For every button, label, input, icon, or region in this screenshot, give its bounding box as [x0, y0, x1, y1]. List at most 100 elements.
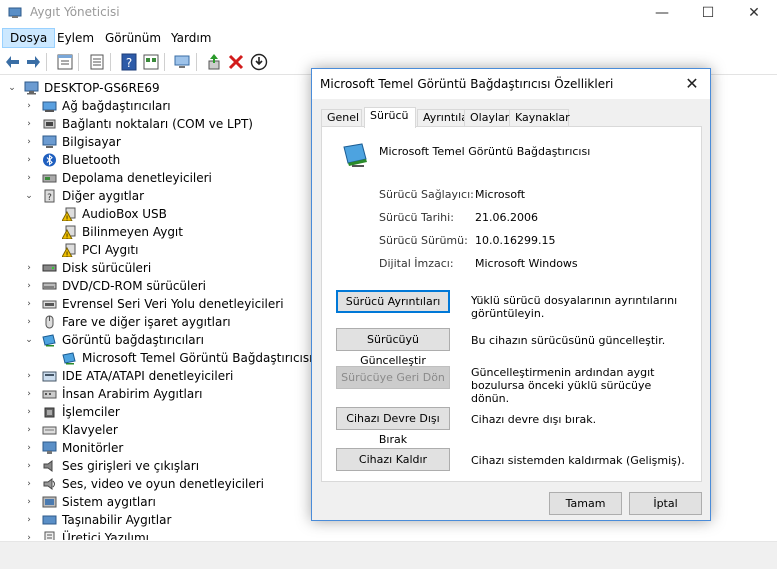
back-arrow-icon[interactable] — [4, 53, 22, 71]
tree-category-item[interactable]: › Bağlantı noktaları (COM ve LPT) — [0, 115, 300, 133]
tab-ayrintilar[interactable]: Ayrıntılar — [417, 109, 473, 127]
driver-details-button[interactable]: Sürücü Ayrıntıları — [336, 290, 450, 313]
tree-category-item[interactable]: › Ses girişleri ve çıkışları — [0, 457, 300, 475]
tree-item-label: Depolama denetleyicileri — [62, 171, 212, 185]
tab-kaynaklar[interactable]: Kaynaklar — [509, 109, 570, 127]
chevron-right-icon[interactable]: › — [24, 475, 34, 493]
chevron-down-icon[interactable]: ⌄ — [7, 79, 17, 97]
toolbar-separator — [164, 53, 165, 71]
tree-category-item[interactable]: ⌄ Görüntü bağdaştırıcıları — [0, 331, 300, 349]
chevron-right-icon[interactable]: › — [24, 115, 34, 133]
status-bar — [0, 558, 777, 569]
properties-pane-icon[interactable] — [56, 53, 74, 71]
uninstall-device-button[interactable]: Cihazı Kaldır — [336, 448, 450, 471]
tree-category-item[interactable]: › Fare ve diğer işaret aygıtları — [0, 313, 300, 331]
help-icon[interactable]: ? — [120, 53, 138, 71]
tab-olaylar[interactable]: Olaylar — [464, 109, 510, 127]
window-title: Aygıt Yöneticisi — [30, 5, 120, 19]
tree-category-item[interactable]: › IDE ATA/ATAPI denetleyicileri — [0, 367, 300, 385]
driver-provider-value: Microsoft — [475, 188, 526, 201]
tree-item-label: Ağ bağdaştırıcıları — [62, 99, 171, 113]
chevron-right-icon[interactable]: › — [24, 493, 34, 511]
forward-arrow-icon[interactable] — [24, 53, 42, 71]
update-driver-button[interactable]: Sürücüyü Güncelleştir — [336, 328, 450, 367]
processor-icon — [44, 407, 55, 418]
chevron-right-icon[interactable]: › — [24, 511, 34, 529]
menu-dosya[interactable]: Dosya — [2, 28, 56, 48]
disable-device-button[interactable]: Cihazı Devre Dışı Bırak — [336, 407, 450, 446]
tree-root[interactable]: ⌄ DESKTOP-GS6RE69 — [0, 79, 300, 97]
chevron-right-icon[interactable]: › — [24, 457, 34, 475]
tree-category-item[interactable]: › Bilgisayar — [0, 133, 300, 151]
horizontal-scrollbar[interactable] — [0, 541, 777, 558]
uninstall-x-icon[interactable] — [227, 53, 245, 71]
close-button[interactable]: ✕ — [731, 0, 777, 28]
tree-item-label: Bağlantı noktaları (COM ve LPT) — [62, 117, 253, 131]
ide-icon — [42, 371, 57, 382]
chevron-right-icon[interactable]: › — [24, 385, 34, 403]
computer-icon — [42, 135, 57, 148]
chevron-right-icon[interactable]: › — [24, 367, 34, 385]
cancel-button[interactable]: İptal — [629, 492, 702, 515]
tree-category-item[interactable]: › Klavyeler — [0, 421, 300, 439]
ok-button[interactable]: Tamam — [549, 492, 622, 515]
tree-child-item[interactable]: ! Bilinmeyen Aygıt — [0, 223, 300, 241]
tree-category-item[interactable]: › Monitörler — [0, 439, 300, 457]
vertical-scrollbar[interactable] — [760, 78, 777, 541]
tree-item-label: Monitörler — [62, 441, 124, 455]
svg-text:?: ? — [47, 193, 52, 203]
tree-item-label: İnsan Arabirim Aygıtları — [62, 387, 203, 401]
tree-item-label: Üretici Yazılımı — [62, 531, 149, 540]
chevron-right-icon[interactable]: › — [24, 259, 34, 277]
chevron-down-icon[interactable]: ⌄ — [24, 331, 34, 349]
display-adapter-icon — [343, 143, 367, 167]
menu-eylem[interactable]: Eylem — [50, 28, 101, 48]
tree-category-item[interactable]: › Ses, video ve oyun denetleyicileri — [0, 475, 300, 493]
tree-category-item[interactable]: › Üretici Yazılımı — [0, 529, 300, 540]
digital-signer-value: Microsoft Windows — [475, 257, 578, 270]
properties-icon[interactable] — [88, 53, 106, 71]
chevron-right-icon[interactable]: › — [24, 403, 34, 421]
tree-category-item[interactable]: › Evrensel Seri Veri Yolu denetleyicileri — [0, 295, 300, 313]
chevron-right-icon[interactable]: › — [24, 169, 34, 187]
tree-category-item[interactable]: ⌄? Diğer aygıtlar — [0, 187, 300, 205]
tree-category-item[interactable]: › Taşınabilir Aygıtlar — [0, 511, 300, 529]
chevron-right-icon[interactable]: › — [24, 421, 34, 439]
tree-child-item[interactable]: ! PCI Aygıtı — [0, 241, 300, 259]
tree-child-item[interactable]: ! AudioBox USB — [0, 205, 300, 223]
bluetooth-icon — [43, 153, 56, 167]
tree-child-item[interactable]: Microsoft Temel Görüntü Bağdaştırıcısı — [0, 349, 312, 367]
chevron-right-icon[interactable]: › — [24, 97, 34, 115]
chevron-right-icon[interactable]: › — [24, 529, 34, 540]
tree-category-item[interactable]: › Ağ bağdaştırıcıları — [0, 97, 300, 115]
menu-gorunum[interactable]: Görünüm — [98, 28, 168, 48]
chevron-right-icon[interactable]: › — [24, 151, 34, 169]
tree-root-label: DESKTOP-GS6RE69 — [44, 81, 160, 95]
update-driver-icon[interactable] — [205, 53, 223, 71]
tree-category-item[interactable]: › DVD/CD-ROM sürücüleri — [0, 277, 300, 295]
maximize-button[interactable]: ☐ — [685, 0, 731, 28]
chevron-right-icon[interactable]: › — [24, 133, 34, 151]
menu-yardim[interactable]: Yardım — [164, 28, 218, 48]
tab-genel[interactable]: Genel — [321, 109, 362, 127]
tree-category-item[interactable]: › İşlemciler — [0, 403, 300, 421]
roll-back-driver-button[interactable]: Sürücüye Geri Dön — [336, 366, 450, 389]
svg-text:!: ! — [66, 250, 69, 257]
tree-category-item[interactable]: › İnsan Arabirim Aygıtları — [0, 385, 300, 403]
show-hidden-icon[interactable] — [142, 53, 160, 71]
scan-hardware-icon[interactable] — [173, 53, 191, 71]
chevron-right-icon[interactable]: › — [24, 277, 34, 295]
tree-category-item[interactable]: › Depolama denetleyicileri — [0, 169, 300, 187]
firmware-icon — [44, 531, 55, 540]
tree-category-item[interactable]: › Bluetooth — [0, 151, 300, 169]
download-circle-icon[interactable] — [250, 53, 268, 71]
tree-category-item[interactable]: › Sistem aygıtları — [0, 493, 300, 511]
tree-category-item[interactable]: › Disk sürücüleri — [0, 259, 300, 277]
dialog-close-button[interactable]: ✕ — [682, 74, 702, 94]
chevron-right-icon[interactable]: › — [24, 295, 34, 313]
tab-surucu[interactable]: Sürücü — [364, 107, 416, 128]
chevron-down-icon[interactable]: ⌄ — [24, 187, 34, 205]
chevron-right-icon[interactable]: › — [24, 439, 34, 457]
minimize-button[interactable]: — — [639, 0, 685, 28]
chevron-right-icon[interactable]: › — [24, 313, 34, 331]
